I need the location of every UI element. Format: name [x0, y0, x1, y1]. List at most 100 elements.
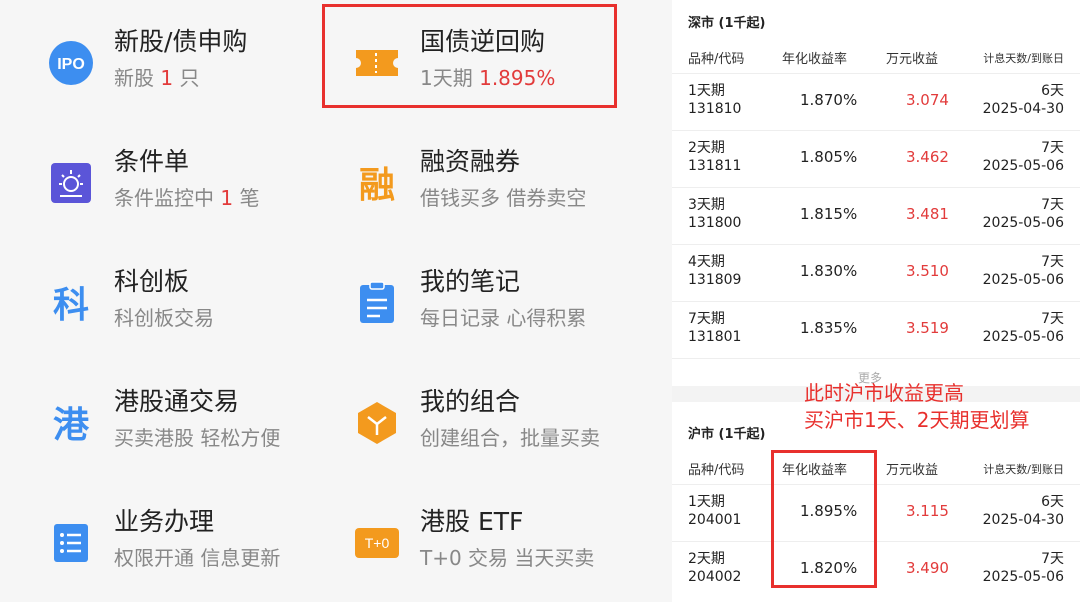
row-name: 7天期: [688, 311, 725, 327]
menu-subtitle: 每日记录 心得积累: [420, 306, 587, 330]
star-market-icon: 科: [48, 280, 94, 326]
business-icon: [48, 520, 94, 566]
margin-icon: 融: [354, 160, 400, 206]
menu-title: 融资融券: [420, 147, 521, 176]
annotation-note: 此时沪市收益更高 买沪市1天、2天期更划算: [804, 380, 1029, 434]
svg-text:港: 港: [53, 405, 90, 446]
table-row[interactable]: 1天期 131810 1.870% 3.074 6天 2025-04-30: [672, 73, 1080, 130]
menu-title: 我的组合: [420, 387, 521, 416]
svg-text:融: 融: [359, 165, 395, 206]
menu-title: 我的笔记: [420, 267, 521, 296]
row-days: 6天: [1041, 494, 1064, 510]
row-date: 2025-05-06: [982, 215, 1064, 231]
shanghai-rate-highlight-box: [771, 450, 877, 588]
menu-subtitle: 创建组合，批量买卖: [420, 426, 600, 450]
row-gain: 3.510: [906, 262, 949, 280]
menu-item-portfolio[interactable]: 我的组合 创建组合，批量买卖: [354, 382, 654, 482]
row-date: 2025-05-06: [982, 272, 1064, 288]
table-row[interactable]: 2天期 131811 1.805% 3.462 7天 2025-05-06: [672, 130, 1080, 187]
table-row[interactable]: 3天期 131800 1.815% 3.481 7天 2025-05-06: [672, 187, 1080, 244]
row-name: 4天期: [688, 254, 725, 270]
row-days: 7天: [1041, 551, 1064, 567]
notes-icon: [354, 280, 400, 326]
menu-item-margin-trading[interactable]: 融 融资融券 借钱买多 借券卖空: [354, 142, 654, 242]
col-header-name: 品种/代码: [688, 463, 745, 478]
row-rate: 1.815%: [800, 205, 858, 223]
row-code: 131801: [688, 329, 742, 345]
row-code: 131811: [688, 158, 742, 174]
menu-item-condition-order[interactable]: 条件单 条件监控中 1 笔: [48, 142, 348, 242]
row-code: 204001: [688, 512, 742, 528]
col-header-gain: 万元收益: [886, 52, 939, 67]
row-code: 131809: [688, 272, 742, 288]
svg-text:科: 科: [53, 285, 89, 326]
table-row[interactable]: 4天期 131809 1.830% 3.510 7天 2025-05-06: [672, 244, 1080, 301]
row-days: 7天: [1041, 197, 1064, 213]
hk-connect-icon: 港: [48, 400, 94, 446]
col-header-gain: 万元收益: [886, 463, 939, 478]
row-rate: 1.870%: [800, 91, 858, 109]
col-header-name: 品种/代码: [688, 52, 745, 67]
menu-subtitle: 买卖港股 轻松方便: [114, 426, 281, 450]
menu-item-hk-connect[interactable]: 港 港股通交易 买卖港股 轻松方便: [48, 382, 348, 482]
row-code: 131800: [688, 215, 742, 231]
menu-title: 港股通交易: [114, 387, 240, 416]
col-header-rate: 年化收益率: [782, 52, 848, 67]
menu-subtitle: 条件监控中 1 笔: [114, 186, 260, 210]
menu-item-star-market[interactable]: 科 科创板 科创板交易: [48, 262, 348, 362]
menu-title: 港股 ETF: [420, 507, 524, 536]
menu-subtitle: 借钱买多 借券卖空: [420, 186, 587, 210]
row-rate: 1.805%: [800, 148, 858, 166]
row-code: 204002: [688, 569, 742, 585]
menu-item-business[interactable]: 业务办理 权限开通 信息更新: [48, 502, 348, 602]
svg-text:IPO: IPO: [57, 56, 85, 73]
row-gain: 3.462: [906, 148, 949, 166]
menu-subtitle: T+0 交易 当天买卖: [420, 546, 595, 570]
menu-title: 条件单: [114, 147, 190, 176]
row-days: 7天: [1041, 254, 1064, 270]
menu-subtitle: 权限开通 信息更新: [114, 546, 281, 570]
row-days: 7天: [1041, 140, 1064, 156]
row-name: 1天期: [688, 494, 725, 510]
shanghai-section-title: 沪市 (1千起): [688, 427, 766, 442]
row-gain: 3.519: [906, 319, 949, 337]
menu-title: 新股/债申购: [114, 27, 248, 56]
reverse-repo-highlight-box: [322, 4, 617, 108]
menu-item-ipo[interactable]: IPO 新股/债申购 新股 1 只: [48, 22, 348, 122]
row-rate: 1.835%: [800, 319, 858, 337]
menu-subtitle: 科创板交易: [114, 306, 214, 330]
row-date: 2025-04-30: [982, 101, 1064, 117]
row-name: 2天期: [688, 551, 725, 567]
svg-text:T+0: T+0: [365, 535, 390, 551]
row-name: 2天期: [688, 140, 725, 156]
menu-title: 业务办理: [114, 507, 215, 536]
row-name: 3天期: [688, 197, 725, 213]
row-name: 1天期: [688, 83, 725, 99]
condition-order-icon: [48, 160, 94, 206]
menu-title: 科创板: [114, 267, 190, 296]
row-gain: 3.115: [906, 502, 949, 520]
row-rate: 1.830%: [800, 262, 858, 280]
menu-item-hk-etf[interactable]: T+0 港股 ETF T+0 交易 当天买卖: [354, 502, 654, 602]
row-date: 2025-05-06: [982, 329, 1064, 345]
row-days: 6天: [1041, 83, 1064, 99]
shenzhen-section-title: 深市 (1千起): [688, 16, 766, 31]
row-date: 2025-04-30: [982, 512, 1064, 528]
col-header-days: 计息天数/到账日: [983, 463, 1064, 476]
row-days: 7天: [1041, 311, 1064, 327]
col-header-days: 计息天数/到账日: [983, 52, 1064, 65]
row-date: 2025-05-06: [982, 158, 1064, 174]
row-gain: 3.490: [906, 559, 949, 577]
function-menu: IPO 新股/债申购 新股 1 只 国债逆回购 1天期 1.895% 条件单 条…: [0, 0, 672, 602]
t0-icon: T+0: [354, 520, 400, 566]
annotation-line-2: 买沪市1天、2天期更划算: [804, 408, 1030, 432]
menu-subtitle: 新股 1 只: [114, 66, 200, 90]
row-code: 131810: [688, 101, 742, 117]
annotation-line-1: 此时沪市收益更高: [804, 381, 964, 405]
row-gain: 3.481: [906, 205, 949, 223]
ipo-icon: IPO: [48, 40, 94, 86]
table-row[interactable]: 7天期 131801 1.835% 3.519 7天 2025-05-06: [672, 301, 1080, 359]
row-date: 2025-05-06: [982, 569, 1064, 585]
portfolio-icon: [354, 400, 400, 446]
menu-item-notes[interactable]: 我的笔记 每日记录 心得积累: [354, 262, 654, 362]
